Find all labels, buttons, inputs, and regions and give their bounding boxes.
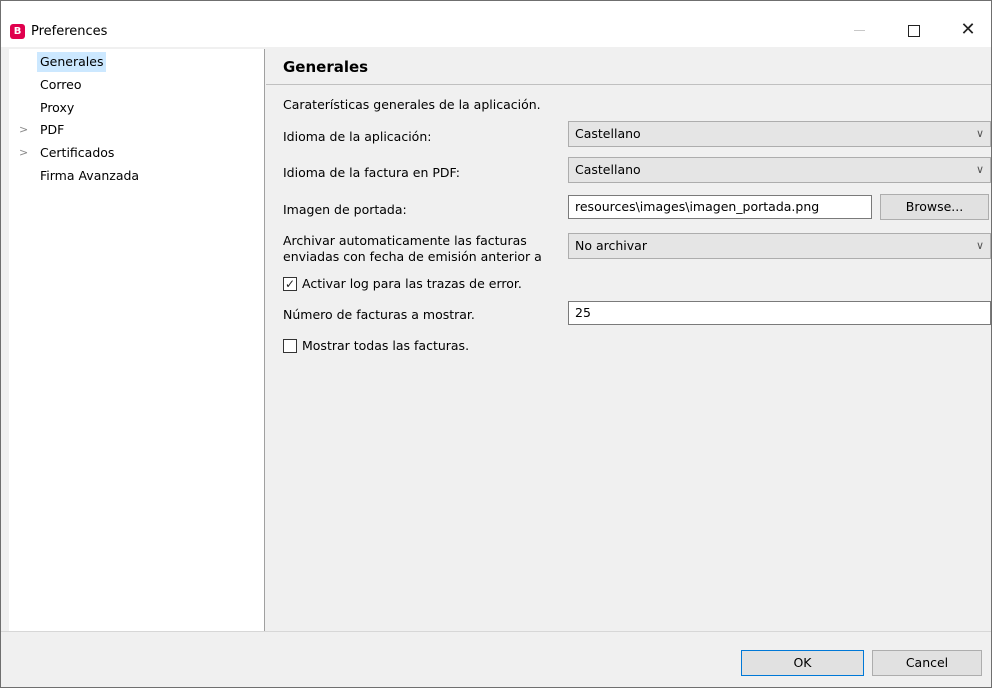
page-description: Caraterísticas generales de la aplicació… [283,97,541,112]
app-language-value: Castellano [575,126,641,141]
invoice-count-input[interactable]: 25 [568,301,991,325]
preferences-window: B Preferences ✕ Generales Correo Proxy >… [0,0,992,688]
chevron-down-icon: ∨ [975,163,984,176]
tree-item-label: Proxy [40,100,75,115]
minimize-icon [853,30,865,31]
chevron-down-icon: ∨ [975,127,984,140]
cancel-button[interactable]: Cancel [872,650,982,676]
pdf-language-value: Castellano [575,162,641,177]
app-language-label: Idioma de la aplicación: [283,129,432,144]
close-button[interactable]: ✕ [945,13,991,47]
chevron-down-icon: ∨ [975,239,984,252]
archive-label: Archivar automaticamente las facturas en… [283,233,542,265]
expand-arrow-icon[interactable]: > [19,143,28,163]
tree-item-label: PDF [40,122,65,137]
archive-select[interactable]: No archivar ∨ [568,233,991,259]
browse-button[interactable]: Browse... [880,194,989,220]
window-title: Preferences [31,24,108,39]
tree-item-label: Correo [40,77,82,92]
archive-label-line2: enviadas con fecha de emisión anterior a [283,249,542,264]
tree-item-label: Certificados [40,145,115,160]
maximize-icon [908,24,920,37]
pdf-language-select[interactable]: Castellano ∨ [568,157,991,183]
preferences-tree: Generales Correo Proxy > PDF > Certifica… [9,49,265,631]
dialog-footer: OK Cancel [1,631,991,687]
app-language-select[interactable]: Castellano ∨ [568,121,991,147]
ok-button[interactable]: OK [741,650,864,676]
page-title: Generales [283,58,369,76]
close-icon: ✕ [960,19,976,40]
cover-image-label: Imagen de portada: [283,202,407,217]
error-log-checkbox[interactable]: ✓ [283,277,297,291]
archive-value: No archivar [575,238,647,253]
show-all-label[interactable]: Mostrar todas las facturas. [302,338,469,354]
archive-label-line1: Archivar automaticamente las facturas [283,233,527,248]
invoice-count-label: Número de facturas a mostrar. [283,307,475,322]
tree-item-label: Generales [37,52,107,72]
cover-image-input[interactable]: resources\images\imagen_portada.png [568,195,872,219]
show-all-checkbox[interactable] [283,339,297,353]
maximize-button[interactable] [891,13,937,47]
pdf-language-label: Idioma de la factura en PDF: [283,165,460,180]
expand-arrow-icon[interactable]: > [19,120,28,140]
error-log-label[interactable]: Activar log para las trazas de error. [302,276,522,292]
checkmark-icon: ✓ [285,277,296,291]
page-header: Generales [266,49,991,85]
title-bar: B Preferences ✕ [1,1,991,47]
preferences-page: Generales Caraterísticas generales de la… [266,49,991,631]
minimize-button[interactable] [836,13,882,47]
tree-item-label: Firma Avanzada [40,168,140,183]
app-icon: B [10,24,25,39]
